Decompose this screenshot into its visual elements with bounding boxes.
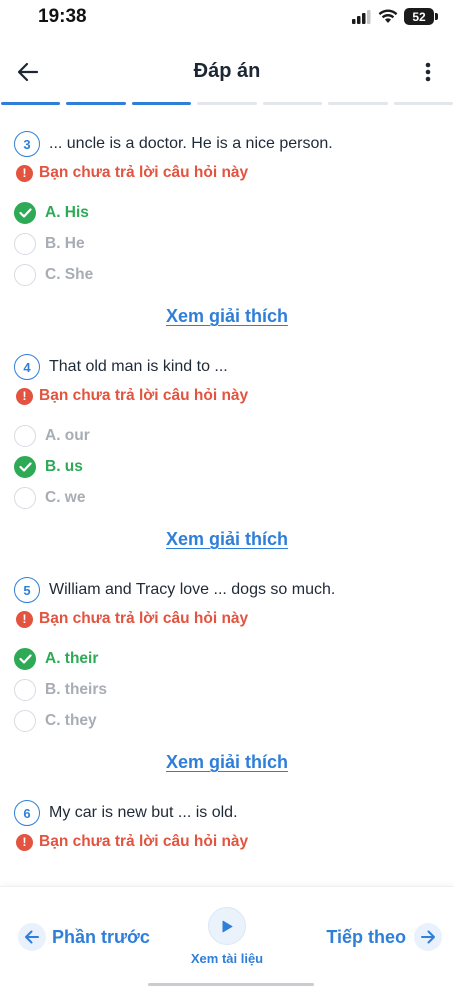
unanswered-warning: ! Bạn chưa trả lời câu hỏi này (16, 164, 248, 182)
next-button[interactable]: Tiếp theo (326, 923, 442, 951)
warning-text: Bạn chưa trả lời câu hỏi này (39, 610, 249, 627)
question-number: 3 (14, 131, 40, 157)
option-c: C. they (14, 710, 97, 732)
warning-text: Bạn chưa trả lời câu hỏi này (39, 164, 249, 181)
signal-icon (352, 9, 371, 24)
option-c: C. we (14, 487, 85, 509)
option-b: B. us (14, 456, 83, 478)
question-header: 3 ... uncle is a doctor. He is a nice pe… (14, 131, 333, 157)
arrow-left-icon (18, 923, 46, 951)
option-a: A. His (14, 202, 89, 224)
radio-empty-icon (14, 710, 36, 732)
question-header: 4 That old man is kind to ... (14, 354, 228, 380)
page-title: Đáp án (193, 60, 261, 82)
explanation-link[interactable]: Xem giải thích (0, 306, 454, 327)
option-label: A. our (45, 427, 90, 444)
play-icon (208, 907, 246, 945)
option-b: B. theirs (14, 679, 107, 701)
more-options-button[interactable] (416, 58, 440, 86)
view-document-label: Xem tài liệu (190, 951, 264, 966)
view-document-button[interactable]: Xem tài liệu (177, 907, 277, 966)
previous-section-button[interactable]: Phần trước (18, 923, 150, 951)
option-a: A. our (14, 425, 90, 447)
bottom-navigation: Phần trước Xem tài liệu Tiếp theo (0, 886, 454, 987)
radio-empty-icon (14, 425, 36, 447)
progress-segment (328, 102, 388, 105)
exclamation-icon: ! (16, 387, 33, 405)
check-circle-icon (14, 648, 36, 670)
question-text: That old man is kind to ... (49, 358, 228, 375)
option-label: C. we (45, 489, 86, 506)
progress-segment (393, 102, 453, 105)
question-text: William and Tracy love ... dogs so much. (49, 581, 336, 598)
progress-segment (1, 102, 61, 105)
status-bar: 19:38 52 (0, 0, 454, 34)
option-label: C. She (45, 266, 94, 283)
battery-level: 52 (412, 9, 426, 24)
option-a: A. their (14, 648, 98, 670)
warning-text: Bạn chưa trả lời câu hỏi này (39, 833, 249, 850)
exclamation-icon: ! (16, 610, 33, 628)
question-number: 4 (14, 354, 40, 380)
option-b: B. He (14, 233, 85, 255)
option-label: C. they (45, 712, 97, 729)
status-icons: 52 (352, 8, 438, 25)
unanswered-warning: ! Bạn chưa trả lời câu hỏi này (16, 610, 248, 628)
radio-empty-icon (14, 487, 36, 509)
radio-empty-icon (14, 264, 36, 286)
unanswered-warning: ! Bạn chưa trả lời câu hỏi này (16, 833, 248, 851)
warning-text: Bạn chưa trả lời câu hỏi này (39, 387, 249, 404)
question-text: ... uncle is a doctor. He is a nice pers… (49, 135, 333, 152)
question-number: 5 (14, 577, 40, 603)
wifi-icon (378, 9, 398, 23)
exclamation-icon: ! (16, 164, 33, 182)
status-time: 19:38 (38, 6, 87, 27)
option-label: A. their (45, 650, 99, 667)
app-header: Đáp án (0, 50, 454, 94)
option-label: B. theirs (45, 681, 108, 698)
home-indicator (148, 983, 314, 986)
explanation-link[interactable]: Xem giải thích (0, 529, 454, 550)
option-c: C. She (14, 264, 93, 286)
question-header: 6 My car is new but ... is old. (14, 800, 238, 826)
question-number: 6 (14, 800, 40, 826)
more-vertical-icon (425, 62, 431, 82)
radio-empty-icon (14, 679, 36, 701)
option-label: B. us (45, 458, 83, 475)
battery-icon: 52 (404, 8, 438, 25)
answer-list[interactable]: 3 ... uncle is a doctor. He is a nice pe… (0, 106, 454, 866)
progress-segment (197, 102, 257, 105)
check-circle-icon (14, 202, 36, 224)
option-label: B. He (45, 235, 85, 252)
explanation-link[interactable]: Xem giải thích (0, 752, 454, 773)
arrow-right-icon (414, 923, 442, 951)
progress-segment (131, 102, 192, 105)
option-label: A. His (45, 204, 89, 221)
check-circle-icon (14, 456, 36, 478)
next-label: Tiếp theo (326, 926, 406, 947)
unanswered-warning: ! Bạn chưa trả lời câu hỏi này (16, 387, 248, 405)
question-text: My car is new but ... is old. (49, 804, 238, 821)
progress-segment (66, 102, 126, 105)
progress-segment (262, 102, 323, 105)
radio-empty-icon (14, 233, 36, 255)
question-header: 5 William and Tracy love ... dogs so muc… (14, 577, 335, 603)
previous-label: Phần trước (52, 926, 150, 947)
exclamation-icon: ! (16, 833, 33, 851)
